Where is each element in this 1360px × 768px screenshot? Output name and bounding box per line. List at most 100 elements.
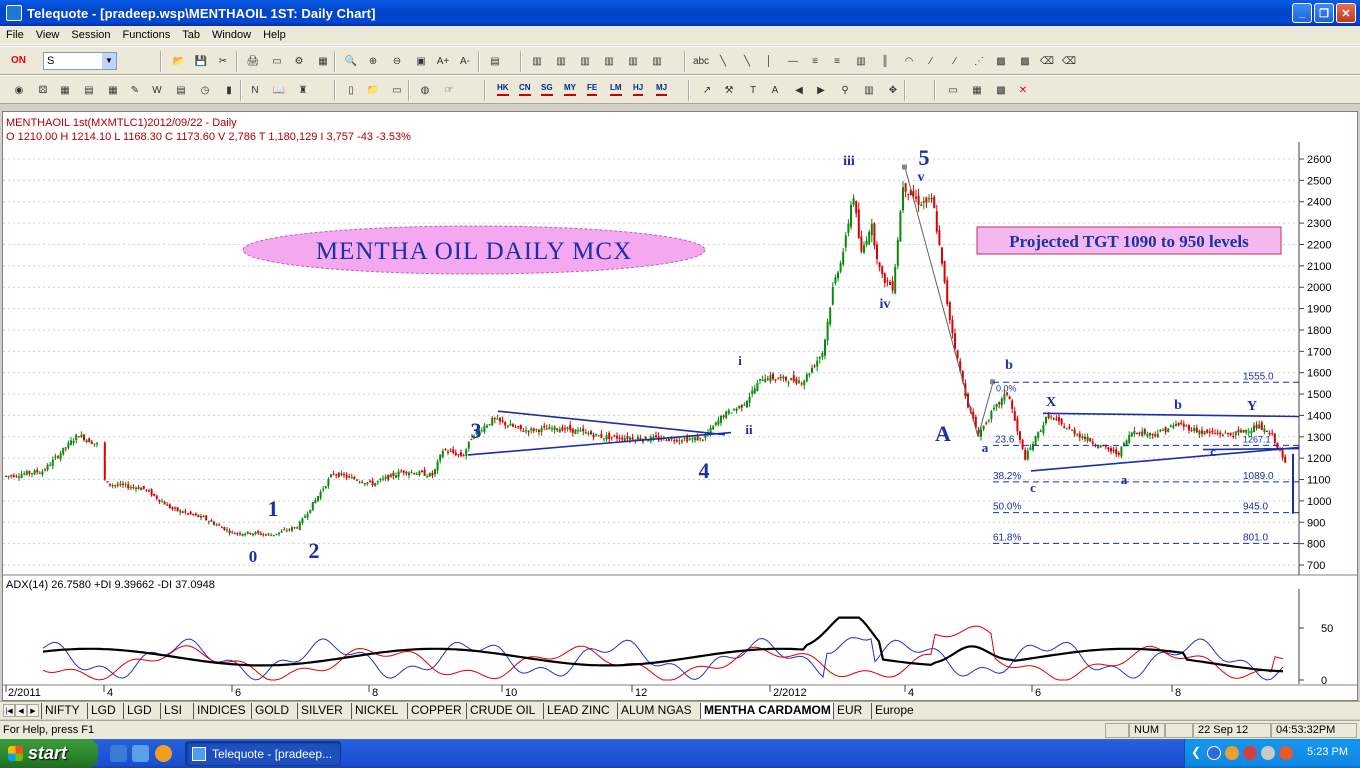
zoom-in-icon[interactable]: ⊕ (364, 52, 382, 70)
text-icon[interactable]: T (744, 81, 762, 99)
scroll-left-icon[interactable]: ◀ (790, 81, 808, 99)
window-icon[interactable]: ▭ (944, 81, 962, 99)
tools-icon[interactable]: ♜ (294, 81, 312, 99)
align-icon[interactable]: ▥ (576, 52, 594, 70)
fit-icon[interactable]: ▣ (412, 52, 430, 70)
line-tool-icon[interactable]: ╲ (714, 52, 732, 70)
sheet-tab-europe[interactable]: Europe (871, 703, 917, 719)
menu-session[interactable]: Session (65, 29, 116, 41)
news-icon[interactable]: N (246, 81, 264, 99)
w-icon[interactable]: W (148, 81, 166, 99)
update-icon[interactable] (1279, 746, 1293, 760)
security-icon[interactable] (1225, 746, 1239, 760)
grid-icon[interactable]: ▦ (104, 81, 122, 99)
menu-tab[interactable]: Tab (176, 29, 206, 41)
clock-icon[interactable]: ◷ (196, 81, 214, 99)
sheet-tab-nickel[interactable]: NICKEL (351, 703, 401, 719)
market-code-button[interactable]: CN (519, 82, 531, 96)
table-icon[interactable]: ▦ (56, 81, 74, 99)
new-icon[interactable]: ▯ (342, 81, 360, 99)
chart-icon[interactable]: ▤ (80, 81, 98, 99)
sheet-first-icon[interactable]: |◀ (3, 704, 15, 717)
fan-tool-icon[interactable]: ⋰ (970, 52, 988, 70)
font-larger-icon[interactable]: A+ (434, 52, 452, 70)
bluetooth-icon[interactable] (1207, 746, 1221, 760)
channel-tool-icon[interactable]: ≡ (828, 52, 846, 70)
sheet-tab-copper[interactable]: COPPER (407, 703, 465, 719)
menu-file[interactable]: File (0, 29, 30, 41)
sheet-prev-icon[interactable]: ◀ (15, 704, 27, 717)
zoom-icon[interactable]: ⚲ (836, 81, 854, 99)
arc-tool-icon[interactable]: ◠ (900, 52, 918, 70)
align-icon[interactable]: ▥ (600, 52, 618, 70)
pointer-icon[interactable]: ☞ (440, 81, 458, 99)
cascade-icon[interactable]: ▩ (992, 81, 1010, 99)
copy-icon[interactable]: ▤ (486, 52, 504, 70)
sheet-tab-lgd[interactable]: LGD (123, 703, 155, 719)
sheet-tab-lead-zinc[interactable]: LEAD ZINC (543, 703, 613, 719)
restore-button[interactable]: ❐ (1314, 3, 1334, 23)
ray-tool-icon[interactable]: ⁄ (922, 52, 940, 70)
erase-all-icon[interactable]: ⌫ (1060, 52, 1078, 70)
tile-icon[interactable]: ▦ (968, 81, 986, 99)
scroll-right-icon[interactable]: ▶ (812, 81, 830, 99)
channel-tool-icon[interactable]: ≡ (806, 52, 824, 70)
folder-icon[interactable]: 📁 (364, 81, 382, 99)
line-chart-icon[interactable]: ↗ (698, 81, 716, 99)
market-code-button[interactable]: MJ (656, 82, 668, 96)
chart-panel[interactable]: 2600 2500 2400 2300 2200 2100 2000 1900 1800 1700… (2, 111, 1358, 701)
menu-help[interactable]: Help (257, 29, 292, 41)
print-preview-icon[interactable]: ▭ (268, 52, 286, 70)
fib-time-icon[interactable]: ║ (876, 52, 894, 70)
close-chart-icon[interactable]: ✕ (1014, 81, 1032, 99)
taskbar-telequote-button[interactable]: Telequote - [pradeep... (185, 741, 341, 766)
sheet-tab-lgd[interactable]: LGD (87, 703, 119, 719)
menu-view[interactable]: View (30, 29, 66, 41)
sheet-next-icon[interactable]: ▶ (27, 704, 39, 717)
market-code-button[interactable]: MY (564, 82, 576, 96)
print-icon[interactable]: 🖨 (244, 52, 262, 70)
ray-tool-icon[interactable]: ⁄ (946, 52, 964, 70)
sheet-tab-mentha-cardamom[interactable]: MENTHA CARDAMOM (700, 703, 834, 719)
sheet-tab-eur[interactable]: EUR (833, 703, 865, 719)
font-icon[interactable]: A (766, 81, 784, 99)
text-tool-icon[interactable]: abc (692, 52, 710, 70)
zoom-out-icon[interactable]: ⊖ (388, 52, 406, 70)
market-code-button[interactable]: SG (541, 82, 553, 96)
settings-icon[interactable]: ⚙ (290, 52, 308, 70)
list-icon[interactable]: ▤ (172, 81, 190, 99)
market-code-button[interactable]: HK (497, 82, 509, 96)
market-code-button[interactable]: FE (587, 82, 598, 96)
messenger-icon[interactable] (155, 745, 172, 762)
grid-icon[interactable]: ▦ (314, 52, 332, 70)
bars-icon[interactable]: ▥ (860, 81, 878, 99)
align-icon[interactable]: ▥ (624, 52, 642, 70)
tray-expand-icon[interactable]: ❮ (1191, 745, 1201, 759)
sheet-tab-silver[interactable]: SILVER (297, 703, 346, 719)
sheet-tab-gold[interactable]: GOLD (251, 703, 292, 719)
sheet-tab-alum-ngas[interactable]: ALUM NGAS (617, 703, 695, 719)
cut-icon[interactable]: ✂ (214, 52, 232, 70)
gann-tool-icon[interactable]: ▩ (1016, 52, 1034, 70)
move-icon[interactable]: ✥ (884, 81, 902, 99)
symbol-select[interactable]: S ▼ (43, 52, 117, 70)
layout-icon[interactable]: ▭ (388, 81, 406, 99)
menu-functions[interactable]: Functions (117, 29, 177, 41)
sheet-tab-indices[interactable]: INDICES (193, 703, 249, 719)
quote-icon[interactable]: ⚄ (34, 81, 52, 99)
chevron-down-icon[interactable]: ▼ (102, 53, 116, 69)
bars-tool-icon[interactable]: ▥ (852, 52, 870, 70)
internet-explorer-icon[interactable] (110, 745, 127, 762)
sheet-tab-crude-oil[interactable]: CRUDE OIL (466, 703, 538, 719)
browser-icon[interactable] (132, 745, 149, 762)
vline-tool-icon[interactable]: │ (760, 52, 778, 70)
edit-icon[interactable]: ✎ (126, 81, 144, 99)
antivirus-icon[interactable] (1243, 746, 1257, 760)
color-icon[interactable]: ◍ (416, 81, 434, 99)
start-button[interactable]: start (0, 739, 98, 768)
save-icon[interactable]: 💾 (192, 52, 210, 70)
volume-icon[interactable] (1261, 746, 1275, 760)
book-icon[interactable]: 📖 (270, 81, 288, 99)
close-button[interactable]: ✕ (1336, 3, 1356, 23)
tools-icon[interactable]: ⚒ (720, 81, 738, 99)
